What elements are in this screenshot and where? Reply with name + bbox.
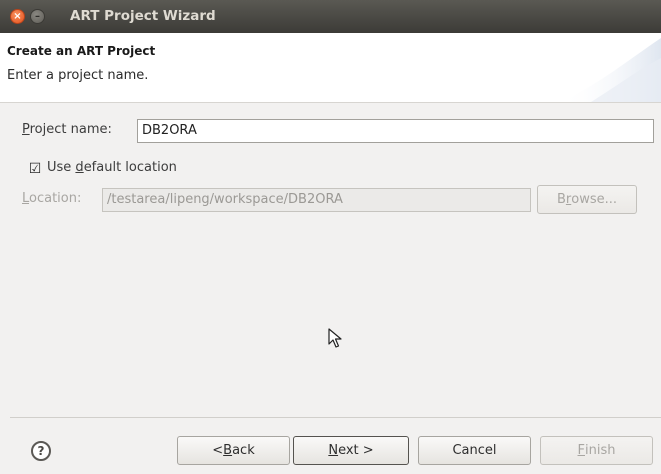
label-text: ack xyxy=(232,443,255,458)
help-icon[interactable]: ? xyxy=(31,441,51,461)
label-text: efault location xyxy=(83,160,177,175)
mouse-pointer-icon xyxy=(328,328,342,348)
banner-separator xyxy=(0,102,661,103)
wizard-window: × – ART Project Wizard Create an ART Pro… xyxy=(0,0,661,474)
project-name-input[interactable]: DB2ORA xyxy=(137,119,654,143)
label-mnemonic: N xyxy=(328,443,339,458)
footer-separator xyxy=(10,417,661,418)
label-mnemonic: d xyxy=(75,160,84,175)
close-icon[interactable]: × xyxy=(10,9,25,24)
title-bar[interactable]: × – ART Project Wizard xyxy=(0,0,661,33)
label-mnemonic: L xyxy=(22,191,30,206)
checkbox-glyph: ☑ xyxy=(28,161,42,177)
label-text: inish xyxy=(585,443,616,458)
label-text: B xyxy=(556,192,566,207)
label-text: roject name: xyxy=(29,122,112,137)
label-mnemonic: F xyxy=(577,443,585,458)
location-input: /testarea/lipeng/workspace/DB2ORA xyxy=(102,188,531,212)
next-button[interactable]: Next > xyxy=(293,436,409,465)
label-text: < xyxy=(212,443,224,458)
checkbox-checked-icon[interactable]: ☑ xyxy=(28,162,42,176)
label-text: ocation: xyxy=(29,191,82,206)
minimize-icon[interactable]: – xyxy=(30,9,45,24)
browse-button: Br owse... xyxy=(537,185,637,214)
label-mnemonic: B xyxy=(223,443,233,458)
cancel-button[interactable]: Cancel xyxy=(418,436,531,465)
banner-title: Create an ART Project xyxy=(7,44,156,58)
use-default-location-label[interactable]: Use default location xyxy=(47,160,177,175)
window-title: ART Project Wizard xyxy=(70,8,216,24)
back-button[interactable]: < Back xyxy=(177,436,290,465)
close-glyph: × xyxy=(13,10,22,22)
finish-button: Finish xyxy=(540,436,653,465)
label-mnemonic: P xyxy=(22,122,30,137)
label-text: owse... xyxy=(571,192,618,207)
wizard-banner: Create an ART Project Enter a project na… xyxy=(0,33,661,103)
minimize-glyph: – xyxy=(35,10,40,22)
location-label: Location: xyxy=(22,191,81,206)
label-text: ext > xyxy=(338,443,374,458)
label-text: Use xyxy=(47,160,76,175)
banner-decoration xyxy=(561,38,661,102)
help-glyph: ? xyxy=(37,444,45,458)
banner-description: Enter a project name. xyxy=(7,68,149,83)
project-name-label: Project name: xyxy=(22,122,112,137)
